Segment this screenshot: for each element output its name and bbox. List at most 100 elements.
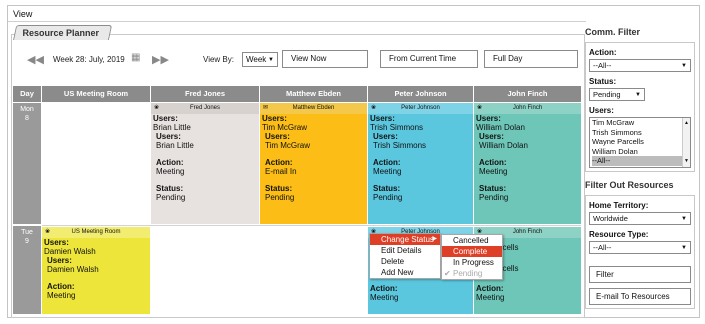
users-label: Users: [476,114,501,123]
submenu-item-in-progress[interactable]: In Progress [442,257,502,268]
action-value: Meeting [156,167,185,176]
action-label: Action: [47,282,75,291]
users-filter-label: Users: [589,106,614,115]
chevron-down-icon: ▼ [681,245,687,251]
day-name: Mon [20,106,34,113]
scroll-up-icon: ▲ [684,120,689,126]
users-listbox[interactable]: Tim McGraw Trish Simmons Wayne Parcells … [589,117,691,168]
chevron-down-icon: ▼ [635,92,641,98]
week-label: Week 28: July, 2019 [53,55,125,64]
submenu-item-cancelled[interactable]: Cancelled [442,235,502,246]
from-current-time-button[interactable]: From Current Time [380,50,478,68]
appointment-header: ❀ Fred Jones [151,103,259,114]
user-name: William Dolan [479,141,528,150]
chevron-down-icon: ▼ [681,63,687,69]
user-name: Damien Walsh [47,265,99,274]
action-value: Meeting [476,293,505,302]
action-value: Meeting [479,167,508,176]
appointment-header: ❀ John Finch [474,103,581,114]
list-item[interactable]: Tim McGraw [592,118,690,128]
comm-filter-title: Comm. Filter [585,27,641,37]
action-label: Action: [479,158,507,167]
action-label: Action: [476,284,504,293]
recurring-icon: ❀ [477,105,483,111]
status-filter-label: Status: [589,77,617,86]
menu-item-change-status[interactable]: Change Status ▶ [370,234,440,245]
action-value: Meeting [370,293,399,302]
submenu-item-pending[interactable]: ✔ Pending [442,268,502,279]
user-name: William Dolan [476,123,525,132]
action-label: Action: [265,158,293,167]
users-label: Users: [262,114,287,123]
users-label: Users: [44,238,69,247]
scroll-down-icon: ▼ [684,157,689,164]
list-item[interactable]: Trish Simmons [592,128,690,138]
action-value: Meeting [47,291,76,300]
tab-label: Resource Planner [22,28,100,38]
column-header-matthew-ebden[interactable]: Matthew Ebden [260,86,367,102]
check-icon: ✔ [444,269,451,278]
menu-item-delete[interactable]: Delete [370,256,440,267]
user-name: Tim McGraw [265,141,311,150]
list-item[interactable]: --All-- [592,156,690,166]
listbox-scrollbar[interactable]: ▲ ▼ [682,118,690,167]
appointment-header: ❀ Peter Johnson [368,103,473,114]
column-header-fred-jones[interactable]: Fred Jones [151,86,259,102]
list-item[interactable]: William Dolan [592,147,690,157]
day-name: Tue [21,229,33,236]
home-territory-label: Home Territory: [589,201,649,210]
menu-item-edit-details[interactable]: Edit Details [370,245,440,256]
full-day-button[interactable]: Full Day [484,50,578,68]
user-name: Trish Simmons [373,141,427,150]
action-label: Action: [373,158,401,167]
status-filter-select[interactable]: Pending ▼ [589,88,645,101]
tab-resource-planner[interactable]: Resource Planner [13,25,113,40]
filter-button[interactable]: Filter [589,266,691,283]
appointment-peter-mon[interactable]: ❀ Peter Johnson Users: Trish Simmons User… [368,103,473,224]
appointment-room-tue[interactable]: ❀ US Meeting Room Users: Damien Walsh Use… [42,227,150,314]
view-by-label: View By: [203,55,234,64]
status-value: Pending [265,193,295,202]
appointment-matthew-mon[interactable]: ✉ Matthew Ebden Users: Tim McGraw Users: … [260,103,367,224]
chevron-right-icon: ▶ [432,236,437,242]
action-label: Action: [156,158,184,167]
resource-type-select[interactable]: --All-- ▼ [589,241,691,254]
day-number: 8 [25,115,29,122]
resource-type-label: Resource Type: [589,230,649,239]
filter-out-resources-title: Filter Out Resources [585,180,674,190]
action-value: Meeting [373,167,402,176]
status-label: Status: [156,184,184,193]
filter-out-box: Home Territory: Worldwide ▼ Resource Type… [585,195,695,309]
user-name: Trish Simmons [370,123,424,132]
calendar-icon[interactable]: ▦ [131,53,140,63]
column-header-peter-johnson[interactable]: Peter Johnson [368,86,473,102]
column-header-us-meeting-room[interactable]: US Meeting Room [42,86,150,102]
status-value: Pending [373,193,403,202]
previous-week-icon[interactable]: ◀◀ [27,55,44,66]
next-week-icon[interactable]: ▶▶ [152,55,169,66]
status-value: Pending [156,193,186,202]
day-number: 9 [25,238,29,245]
comm-filter-box: Action: --All-- ▼ Status: Pending ▼ Users:… [585,42,695,172]
home-territory-select[interactable]: Worldwide ▼ [589,212,691,225]
action-label: Action: [370,284,398,293]
column-header-john-finch[interactable]: John Finch [474,86,581,102]
view-now-button[interactable]: View Now [282,50,368,68]
list-item[interactable]: Wayne Parcells [592,137,690,147]
email-icon: ✉ [263,105,269,111]
view-by-select[interactable]: Week ▼ [242,52,278,67]
users-label: Users: [373,132,398,141]
appointment-john-mon[interactable]: ❀ John Finch Users: William Dolan Users: … [474,103,581,224]
menu-item-add-new[interactable]: Add New [370,267,440,278]
status-submenu: Cancelled Complete In Progress ✔ Pending [441,234,503,280]
action-filter-select[interactable]: --All-- ▼ [589,59,691,72]
context-menu: Change Status ▶ Edit Details Delete Add N… [369,233,441,279]
recurring-icon: ❀ [371,105,377,111]
day-cell-mon: Mon 8 [13,103,41,224]
sidebar: Comm. Filter Action: --All-- ▼ Status: Pe… [585,27,695,315]
appointment-fred-mon[interactable]: ❀ Fred Jones Users: Brian Little Users: B… [151,103,259,224]
submenu-item-complete[interactable]: Complete [442,246,502,257]
appointment-header: ❀ US Meeting Room [42,227,150,238]
email-to-resources-button[interactable]: E-mail To Resources [589,288,691,305]
status-value: Pending [479,193,509,202]
